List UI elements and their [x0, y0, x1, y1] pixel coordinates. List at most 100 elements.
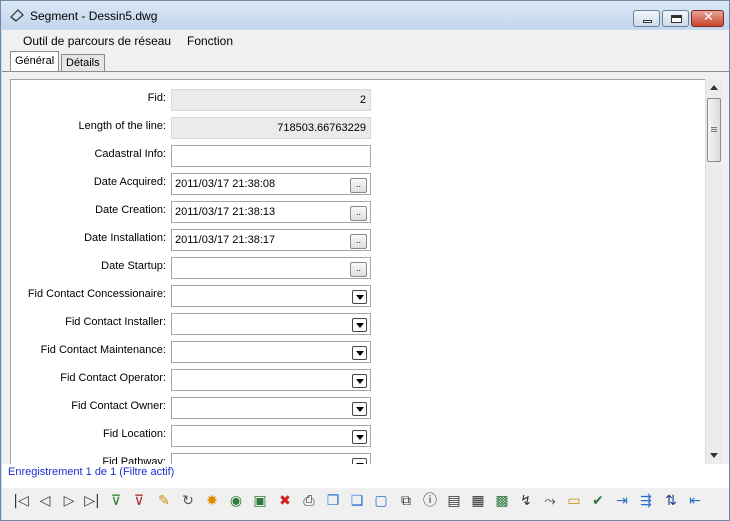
vertical-scrollbar[interactable]: [705, 79, 722, 464]
field-label: Date Creation:: [95, 204, 166, 216]
field-label: Fid Contact Installer:: [65, 316, 166, 328]
field-label: Fid Location:: [103, 428, 166, 440]
field-label: Date Acquired:: [93, 176, 166, 188]
copy-icon[interactable]: ❐: [323, 491, 343, 511]
scroll-thumb[interactable]: [707, 98, 721, 162]
sort-icon[interactable]: ⇅: [661, 491, 681, 511]
field-combobox[interactable]: [171, 285, 371, 307]
date-picker-button[interactable]: ..: [350, 178, 367, 193]
previous-record-icon[interactable]: ◁: [35, 491, 55, 511]
minimize-button[interactable]: [633, 10, 660, 27]
form-icon[interactable]: ▭: [564, 491, 584, 511]
window-title: Segment - Dessin5.dwg: [30, 9, 158, 23]
application-window: Segment - Dessin5.dwg ✕ Outil de parcour…: [0, 0, 730, 521]
field-label: Fid Contact Operator:: [60, 372, 166, 384]
field-combobox[interactable]: [171, 397, 371, 419]
record-toolbar: |◁ ◁ ▷ ▷| ⊽ ⊽ ✎ ↻ ✸ ◉ ▣ ✖ ⎙ ❐ ❏ ▢ ⧉ ⓘ ▤ ▦ ▩ ↯ ⤳ ▭ ✔ ⇥ ⇶ ⇅ ⇤: [2, 488, 729, 520]
maximize-icon: [671, 15, 682, 23]
form-row: Date Acquired: 2011/03/17 21:38:08..: [11, 173, 391, 195]
field-readonly: 2: [171, 89, 371, 111]
form-row: Fid Pathway:: [11, 453, 391, 464]
grip-line: [711, 127, 717, 128]
trace-icon[interactable]: ↯: [516, 491, 536, 511]
field-combobox[interactable]: [171, 453, 371, 464]
document-icon[interactable]: ▤: [444, 491, 464, 511]
first-record-icon[interactable]: |◁: [11, 491, 31, 511]
title-bar[interactable]: Segment - Dessin5.dwg ✕: [1, 1, 729, 29]
refresh-icon[interactable]: ↻: [178, 491, 198, 511]
close-icon: ✕: [703, 10, 714, 25]
export-icon[interactable]: ▩: [492, 491, 512, 511]
form-row: Date Creation: 2011/03/17 21:38:13..: [11, 201, 391, 223]
link-icon[interactable]: ⧉: [396, 491, 416, 511]
form-row: Cadastral Info:: [11, 145, 391, 167]
field-value: 2011/03/17 21:38:13: [175, 206, 276, 218]
field-label: Fid Contact Maintenance:: [40, 344, 166, 356]
field-label: Fid Contact Owner:: [71, 400, 166, 412]
menu-network-tool[interactable]: Outil de parcours de réseau: [23, 34, 171, 48]
form-row: Length of the line: 718503.66763229: [11, 117, 391, 139]
date-picker-button[interactable]: ..: [350, 262, 367, 277]
duplicate-icon[interactable]: ❏: [347, 491, 367, 511]
field-input[interactable]: 2011/03/17 21:38:17..: [171, 229, 371, 251]
tab-general[interactable]: Général: [10, 51, 60, 72]
scroll-up-arrow-icon[interactable]: [710, 85, 718, 90]
tab-strip: Général Détails: [2, 51, 729, 72]
report-icon[interactable]: ▦: [468, 491, 488, 511]
date-picker-button[interactable]: ..: [350, 234, 367, 249]
field-input[interactable]: 2011/03/17 21:38:08..: [171, 173, 371, 195]
maximize-button[interactable]: [662, 10, 689, 27]
form-row: Fid: 2: [11, 89, 391, 111]
network-trace-icon[interactable]: ⤳: [540, 491, 560, 511]
form-row: Fid Contact Operator:: [11, 369, 391, 391]
split-icon[interactable]: ⇶: [636, 491, 656, 511]
globe-icon[interactable]: ◉: [226, 491, 246, 511]
field-label: Date Installation:: [84, 232, 166, 244]
dropdown-arrow-icon[interactable]: [352, 402, 367, 416]
edit-pencil-icon[interactable]: ✎: [154, 491, 174, 511]
form-row: Fid Contact Installer:: [11, 313, 391, 335]
exit-icon[interactable]: ⇤: [685, 491, 705, 511]
check-icon[interactable]: ✔: [588, 491, 608, 511]
form-row: Fid Contact Concessionaire:: [11, 285, 391, 307]
zoom-to-icon[interactable]: ▢: [371, 491, 391, 511]
field-combobox[interactable]: [171, 425, 371, 447]
filter-remove-icon[interactable]: ⊽: [129, 491, 149, 511]
dropdown-arrow-icon[interactable]: [352, 290, 367, 304]
tab-panel: Fid: 2 Length of the line: 718503.66763229 C…: [2, 71, 729, 464]
info-icon[interactable]: ⓘ: [420, 491, 440, 511]
close-button[interactable]: ✕: [691, 10, 724, 27]
field-label: Fid Pathway:: [102, 456, 166, 464]
field-input[interactable]: ..: [171, 257, 371, 279]
field-combobox[interactable]: [171, 341, 371, 363]
last-record-icon[interactable]: ▷|: [82, 491, 102, 511]
print-icon[interactable]: ⎙: [299, 491, 319, 511]
date-picker-button[interactable]: ..: [350, 206, 367, 221]
grip-line: [711, 131, 717, 132]
dropdown-arrow-icon[interactable]: [352, 430, 367, 444]
new-record-icon[interactable]: ✸: [202, 491, 222, 511]
attributes-form: Fid: 2 Length of the line: 718503.66763229 C…: [10, 79, 705, 464]
next-record-icon[interactable]: ▷: [59, 491, 79, 511]
menu-function[interactable]: Fonction: [187, 34, 233, 48]
field-combobox[interactable]: [171, 313, 371, 335]
segment-app-icon: [10, 9, 24, 22]
scroll-down-arrow-icon[interactable]: [710, 453, 718, 458]
dropdown-arrow-icon[interactable]: [352, 374, 367, 388]
delete-icon[interactable]: ✖: [275, 491, 295, 511]
record-status: Enregistrement 1 de 1 (Filtre actif): [8, 466, 175, 478]
field-input[interactable]: 2011/03/17 21:38:13..: [171, 201, 371, 223]
tab-details[interactable]: Détails: [61, 54, 105, 72]
form-row: Date Startup:..: [11, 257, 391, 279]
form-row: Fid Contact Maintenance:: [11, 341, 391, 363]
dropdown-arrow-icon[interactable]: [352, 318, 367, 332]
filter-add-icon[interactable]: ⊽: [106, 491, 126, 511]
field-combobox[interactable]: [171, 369, 371, 391]
field-value: 2: [359, 94, 366, 106]
dropdown-arrow-icon[interactable]: [352, 346, 367, 360]
select-icon[interactable]: ▣: [250, 491, 270, 511]
field-input[interactable]: [171, 145, 371, 167]
menu-bar: Outil de parcours de réseau Fonction: [2, 30, 729, 51]
form-row: Fid Location:: [11, 425, 391, 447]
connect-icon[interactable]: ⇥: [612, 491, 632, 511]
